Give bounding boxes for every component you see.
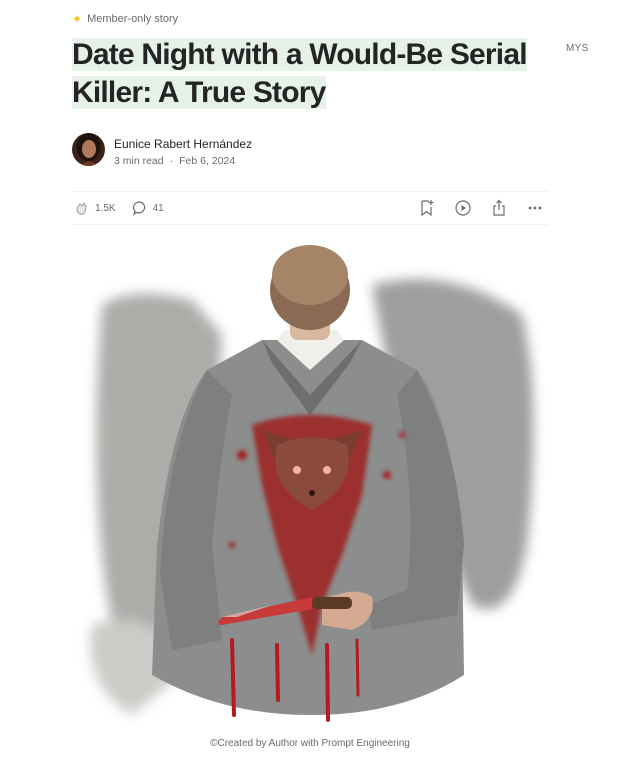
share-icon[interactable]	[490, 199, 508, 217]
divider-bottom	[72, 224, 548, 225]
article-meta: 3 min read · Feb 6, 2024	[114, 155, 235, 167]
title-line-1: Date Night with a Would-Be Serial	[72, 38, 528, 71]
author-avatar[interactable]	[72, 133, 105, 166]
more-dots-icon[interactable]	[526, 199, 544, 217]
member-only-label: Member-only story	[87, 13, 179, 25]
divider-top	[72, 191, 548, 192]
clap-icon	[72, 199, 90, 217]
bookmark-add-icon[interactable]	[418, 199, 436, 217]
article-title: Date Night with a Would-Be Serial Killer…	[72, 36, 532, 112]
publish-date: Feb 6, 2024	[179, 155, 236, 167]
user-initials[interactable]: MYS	[566, 43, 589, 54]
clap-button[interactable]: 1.5K	[72, 199, 116, 217]
image-caption: ©Created by Author with Prompt Engineeri…	[210, 738, 410, 749]
engagement-bar: 1.5K 41	[72, 195, 548, 221]
title-line-2: Killer: A True Story	[72, 76, 326, 109]
member-only-badge: ✦ Member-only story	[72, 13, 178, 25]
author-name[interactable]: Eunice Rabert Hernández	[114, 137, 252, 151]
clap-count: 1.5K	[95, 202, 116, 214]
read-time: 3 min read	[114, 155, 164, 167]
sparkle-star-icon: ✦	[72, 12, 83, 26]
play-circle-icon[interactable]	[454, 199, 472, 217]
responses-button[interactable]: 41	[132, 200, 164, 216]
response-count: 41	[152, 202, 164, 214]
meta-separator: ·	[169, 155, 174, 167]
speech-bubble-icon	[132, 200, 148, 216]
hero-illustration	[72, 245, 548, 727]
